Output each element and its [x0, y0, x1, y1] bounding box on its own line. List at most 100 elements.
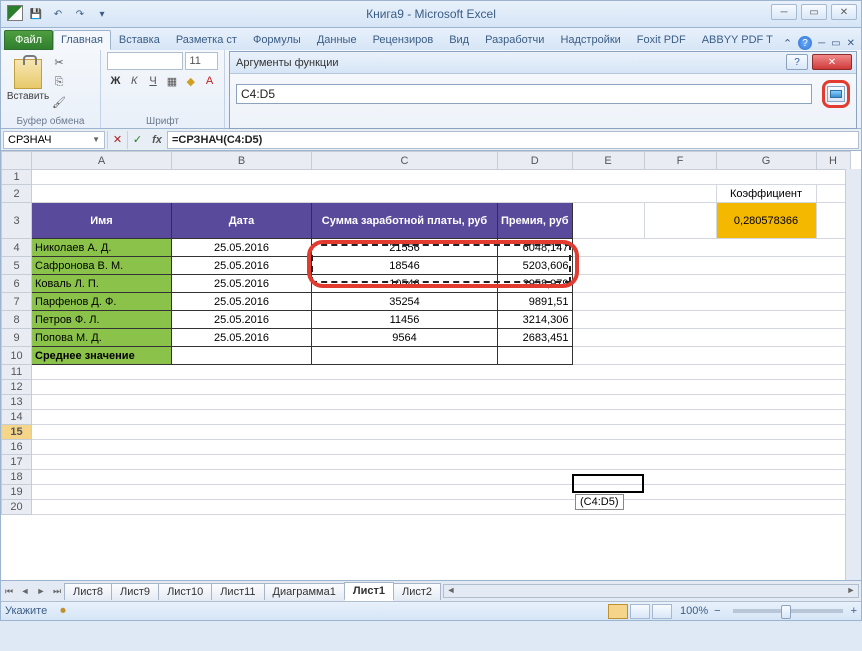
- header-salary[interactable]: Сумма заработной платы, руб: [312, 203, 498, 239]
- spreadsheet-grid[interactable]: A B C D E F G H 1 2Коэффициент 3 Имя Дат…: [0, 151, 862, 581]
- table-cell[interactable]: 10546: [312, 275, 498, 293]
- table-cell[interactable]: 35254: [312, 293, 498, 311]
- sheet-nav-last[interactable]: ⏭: [49, 583, 65, 599]
- tab-formulas[interactable]: Формулы: [245, 30, 309, 50]
- table-cell[interactable]: [172, 347, 312, 365]
- row-header[interactable]: 8: [2, 311, 32, 329]
- name-box-dropdown-icon[interactable]: ▼: [92, 135, 100, 144]
- table-cell[interactable]: Парфенов Д. Ф.: [32, 293, 172, 311]
- sheet-nav-first[interactable]: ⏮: [1, 583, 17, 599]
- row-header[interactable]: 19: [2, 485, 32, 500]
- underline-button[interactable]: Ч: [145, 72, 162, 90]
- bold-button[interactable]: Ж: [107, 72, 124, 90]
- workbook-restore-icon[interactable]: ▭: [831, 38, 840, 49]
- table-cell[interactable]: Сафронова В. М.: [32, 257, 172, 275]
- header-bonus[interactable]: Премия, руб: [498, 203, 573, 239]
- table-cell[interactable]: 18546: [312, 257, 498, 275]
- dialog-help-button[interactable]: ?: [786, 54, 808, 70]
- header-name[interactable]: Имя: [32, 203, 172, 239]
- sheet-tab[interactable]: Лист10: [158, 583, 212, 600]
- table-cell[interactable]: 25.05.2016: [172, 293, 312, 311]
- row-header[interactable]: 1: [2, 170, 32, 185]
- tab-abbyy[interactable]: ABBYY PDF T: [694, 30, 781, 50]
- table-cell[interactable]: 6048,147: [498, 239, 573, 257]
- row-header[interactable]: 16: [2, 440, 32, 455]
- name-box[interactable]: СРЗНАЧ ▼: [3, 131, 105, 149]
- view-pagelayout-button[interactable]: [630, 604, 650, 619]
- col-header[interactable]: D: [498, 152, 573, 170]
- font-color-button[interactable]: A: [201, 72, 218, 90]
- dialog-range-input[interactable]: [236, 84, 812, 104]
- row-header[interactable]: 4: [2, 239, 32, 257]
- tab-developer[interactable]: Разработчи: [477, 30, 552, 50]
- tab-view[interactable]: Вид: [441, 30, 477, 50]
- row-header[interactable]: 6: [2, 275, 32, 293]
- tab-review[interactable]: Рецензиров: [365, 30, 442, 50]
- border-button[interactable]: ▦: [163, 72, 180, 90]
- table-cell[interactable]: 9891,51: [498, 293, 573, 311]
- close-button[interactable]: ✕: [831, 4, 857, 20]
- sheet-nav-next[interactable]: ►: [33, 583, 49, 599]
- tab-foxit[interactable]: Foxit PDF: [629, 30, 694, 50]
- row-header[interactable]: 17: [2, 455, 32, 470]
- font-size-combo[interactable]: 11: [185, 52, 218, 70]
- row-header[interactable]: 18: [2, 470, 32, 485]
- col-header[interactable]: F: [644, 152, 716, 170]
- fill-color-button[interactable]: ◆: [182, 72, 199, 90]
- table-cell[interactable]: 9564: [312, 329, 498, 347]
- col-header[interactable]: B: [172, 152, 312, 170]
- qat-redo-icon[interactable]: ↷: [71, 5, 89, 23]
- col-header[interactable]: C: [312, 152, 498, 170]
- coef-value-cell[interactable]: 0,280578366: [716, 203, 816, 239]
- header-date[interactable]: Дата: [172, 203, 312, 239]
- table-cell[interactable]: [498, 347, 573, 365]
- paste-button[interactable]: Вставить: [7, 52, 49, 108]
- row-header[interactable]: 10: [2, 347, 32, 365]
- table-cell[interactable]: Коваль Л. П.: [32, 275, 172, 293]
- table-cell[interactable]: 21556: [312, 239, 498, 257]
- qat-save-icon[interactable]: 💾: [27, 5, 45, 23]
- tab-insert[interactable]: Вставка: [111, 30, 168, 50]
- row-header[interactable]: 5: [2, 257, 32, 275]
- table-cell[interactable]: 3214,306: [498, 311, 573, 329]
- table-cell[interactable]: 2683,451: [498, 329, 573, 347]
- zoom-in-button[interactable]: +: [851, 605, 857, 617]
- table-cell[interactable]: 5203,606: [498, 257, 573, 275]
- table-cell[interactable]: 25.05.2016: [172, 329, 312, 347]
- italic-button[interactable]: К: [126, 72, 143, 90]
- row-header[interactable]: 20: [2, 500, 32, 515]
- select-all-corner[interactable]: [2, 152, 32, 170]
- fx-icon[interactable]: fx: [147, 134, 167, 146]
- row-header[interactable]: 2: [2, 185, 32, 203]
- col-header[interactable]: A: [32, 152, 172, 170]
- font-name-combo[interactable]: [107, 52, 183, 70]
- sheet-nav-prev[interactable]: ◄: [17, 583, 33, 599]
- row-header[interactable]: 3: [2, 203, 32, 239]
- zoom-level[interactable]: 100%: [680, 605, 708, 617]
- table-cell[interactable]: 2958,979: [498, 275, 573, 293]
- col-header[interactable]: G: [716, 152, 816, 170]
- table-cell[interactable]: Попова М. Д.: [32, 329, 172, 347]
- dialog-close-button[interactable]: ✕: [812, 54, 852, 70]
- tab-data[interactable]: Данные: [309, 30, 365, 50]
- formula-input[interactable]: =СРЗНАЧ(C4:D5): [167, 131, 859, 149]
- workbook-close-icon[interactable]: ✕: [847, 38, 855, 49]
- avg-label-cell[interactable]: Среднее значение: [32, 347, 172, 365]
- table-cell[interactable]: 25.05.2016: [172, 275, 312, 293]
- workbook-minimize-icon[interactable]: ─: [818, 38, 825, 49]
- cut-icon[interactable]: ✂: [49, 53, 69, 71]
- row-header[interactable]: 11: [2, 365, 32, 380]
- table-cell[interactable]: 25.05.2016: [172, 257, 312, 275]
- format-painter-icon[interactable]: 🖌: [49, 93, 69, 111]
- view-normal-button[interactable]: [608, 604, 628, 619]
- formula-enter-button[interactable]: ✓: [127, 131, 147, 149]
- copy-icon[interactable]: ⎘: [49, 73, 69, 91]
- horizontal-scrollbar[interactable]: [443, 584, 859, 598]
- tab-pagelayout[interactable]: Разметка ст: [168, 30, 245, 50]
- sheet-tab[interactable]: Лист8: [64, 583, 112, 600]
- tab-file[interactable]: Файл: [4, 30, 53, 50]
- sheet-tab[interactable]: Диаграмма1: [264, 583, 345, 600]
- table-cell[interactable]: 25.05.2016: [172, 239, 312, 257]
- coef-label-cell[interactable]: Коэффициент: [716, 185, 816, 203]
- row-header[interactable]: 7: [2, 293, 32, 311]
